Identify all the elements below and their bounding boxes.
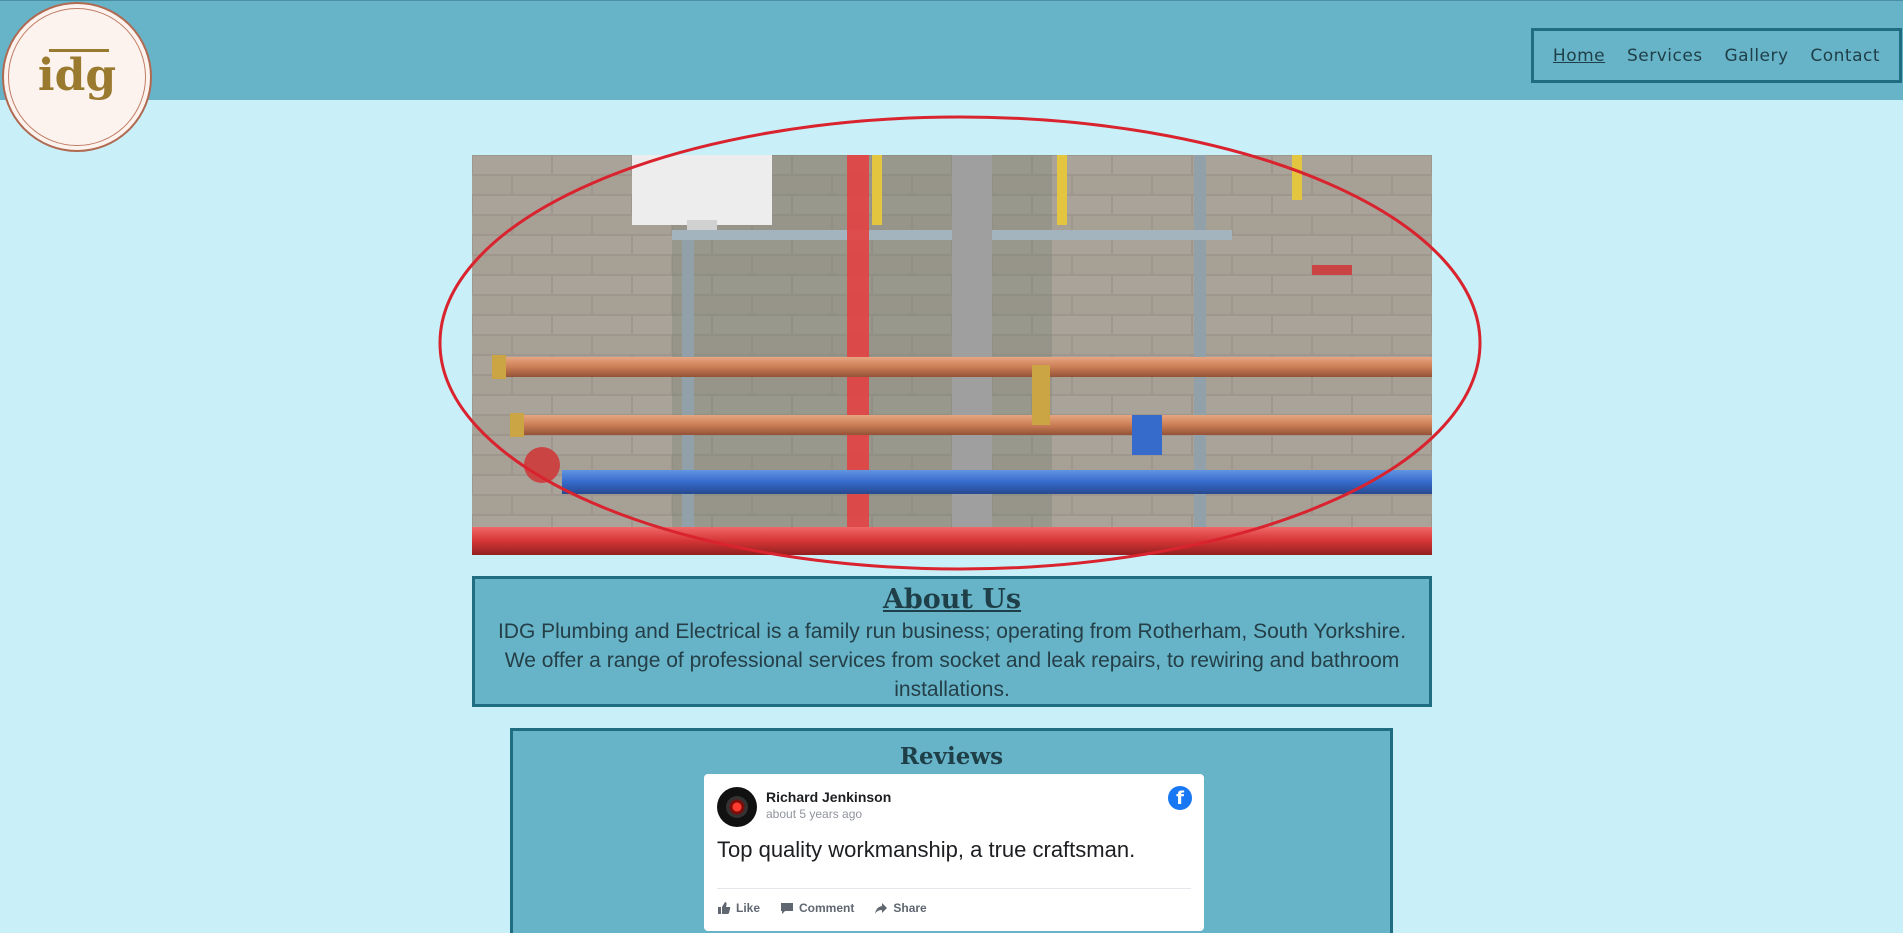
nav-home-link[interactable]: Home	[1553, 46, 1605, 66]
nav-services-link[interactable]: Services	[1627, 46, 1703, 66]
review-text: Top quality workmanship, a true craftsma…	[717, 837, 1136, 862]
annotation-ellipse	[438, 115, 1482, 571]
comment-button[interactable]: Comment	[780, 901, 854, 915]
avatar-image	[726, 796, 748, 818]
about-section: About Us IDG Plumbing and Electrical is …	[472, 576, 1432, 707]
like-label: Like	[736, 901, 761, 915]
site-header: Home Services Gallery Contact	[0, 0, 1903, 100]
avatar[interactable]	[717, 787, 757, 827]
review-actions: Like Comment Share	[717, 901, 927, 915]
reviewer-name[interactable]: Richard Jenkinson	[766, 789, 891, 805]
about-text: IDG Plumbing and Electrical is a family …	[497, 620, 1407, 701]
reviews-title: Reviews	[899, 743, 1004, 770]
nav-gallery-link[interactable]: Gallery	[1725, 46, 1789, 66]
logo-text: idg	[37, 50, 117, 101]
divider	[717, 888, 1191, 889]
share-icon	[875, 903, 888, 914]
nav-contact-link[interactable]: Contact	[1810, 46, 1880, 66]
site-logo[interactable]: idg	[2, 2, 152, 152]
review-timestamp[interactable]: about 5 years ago	[766, 807, 862, 821]
about-title: About Us	[882, 584, 1022, 615]
reviews-section: Reviews Richard Jenkinson about 5 years …	[510, 728, 1393, 933]
review-card: Richard Jenkinson about 5 years ago f To…	[704, 774, 1204, 931]
like-button[interactable]: Like	[717, 901, 760, 915]
main-nav: Home Services Gallery Contact	[1531, 28, 1902, 83]
share-label: Share	[893, 901, 927, 915]
share-button[interactable]: Share	[874, 901, 927, 915]
facebook-icon[interactable]: f	[1168, 786, 1192, 810]
comment-icon	[781, 903, 794, 914]
comment-label: Comment	[799, 901, 855, 915]
thumbs-up-icon	[718, 902, 731, 914]
